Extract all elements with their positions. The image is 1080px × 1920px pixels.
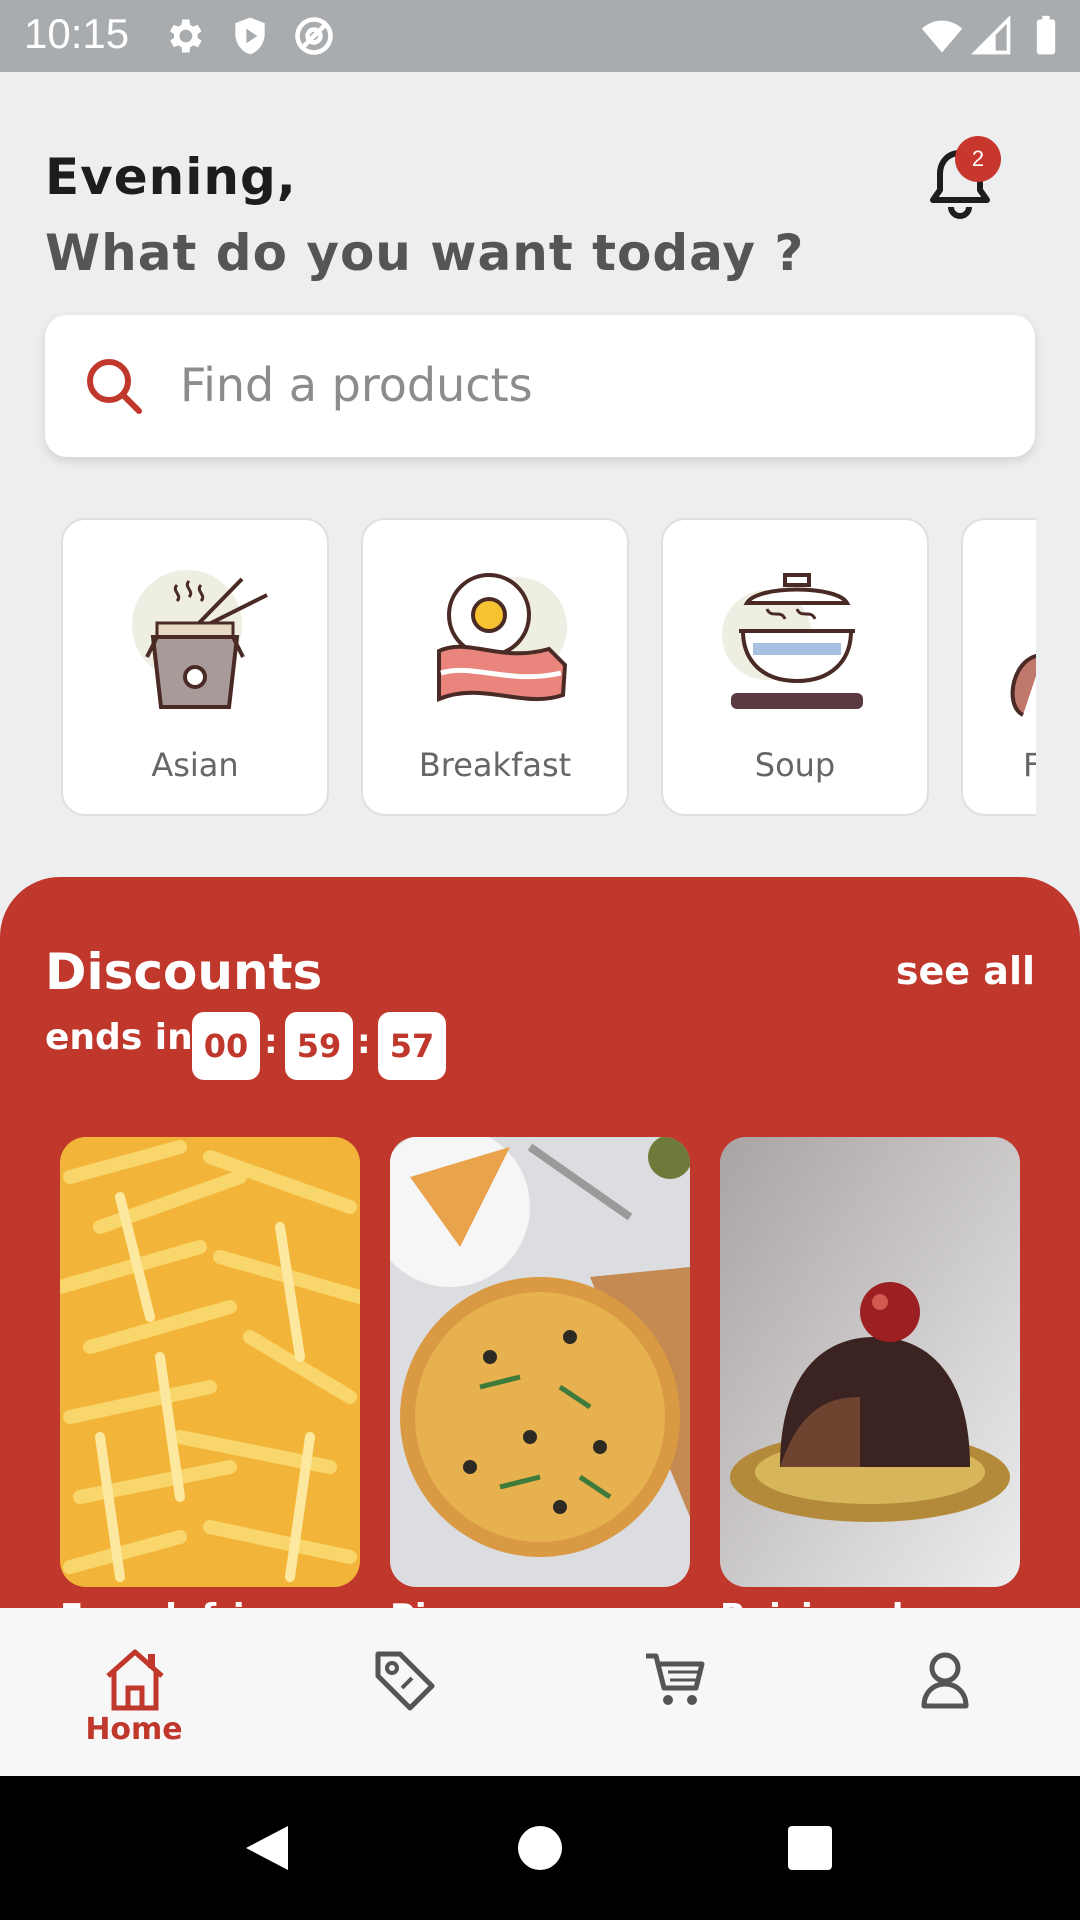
price-tag-icon <box>375 1651 435 1711</box>
category-card-soup[interactable]: Soup <box>661 518 929 816</box>
greeting-question: What do you want today ? <box>45 224 805 282</box>
timer-separator: : <box>264 1022 278 1062</box>
wifi-icon <box>920 14 964 58</box>
category-card-partial[interactable]: F <box>961 518 1036 816</box>
search-icon <box>87 359 142 414</box>
category-label: F <box>1023 746 1036 784</box>
category-label: Breakfast <box>418 746 572 784</box>
timer-seconds: 57 <box>378 1012 446 1080</box>
discounts-section: Discounts see all ends in 00 : 59 : 57 <box>0 877 1080 1667</box>
cake-image <box>720 1137 1020 1587</box>
category-card-breakfast[interactable]: Breakfast <box>361 518 629 816</box>
status-time: 10:15 <box>24 10 130 57</box>
product-card-pizza[interactable] <box>390 1137 690 1587</box>
nav-cart[interactable] <box>594 1608 754 1776</box>
search-bar[interactable] <box>45 315 1035 457</box>
fries-image <box>60 1137 360 1587</box>
category-label: Asian <box>151 746 239 784</box>
nav-offers[interactable] <box>324 1608 484 1776</box>
greeting-text: Evening, <box>45 148 297 206</box>
back-icon[interactable] <box>240 1822 292 1874</box>
product-card-cake[interactable] <box>720 1137 1020 1587</box>
category-card-asian[interactable]: Asian <box>61 518 329 816</box>
recents-icon[interactable] <box>784 1822 836 1874</box>
battery-icon <box>1024 14 1068 58</box>
user-icon <box>921 1652 969 1709</box>
timer-separator: : <box>357 1022 371 1062</box>
timer-minutes: 59 <box>285 1012 353 1080</box>
product-card-fries[interactable] <box>60 1137 360 1587</box>
see-all-link[interactable]: see all <box>896 949 1035 993</box>
nav-home[interactable]: Home <box>54 1608 214 1776</box>
settings-icon <box>162 14 206 58</box>
search-input[interactable] <box>180 345 980 425</box>
noodle-box-icon <box>132 570 268 709</box>
system-navigation-bar <box>0 1776 1080 1920</box>
ends-in-label: ends in <box>45 1017 193 1058</box>
cart-icon <box>646 1653 705 1705</box>
shield-icon <box>228 14 272 58</box>
home-icon <box>106 1649 164 1711</box>
timer-hours: 00 <box>192 1012 260 1080</box>
home-circle-icon[interactable] <box>514 1822 566 1874</box>
nav-profile[interactable] <box>864 1608 1024 1776</box>
pizza-image <box>390 1137 690 1587</box>
notification-badge: 2 <box>955 136 1001 182</box>
bottom-navigation: Home <box>0 1608 1080 1776</box>
soup-bowl-icon <box>722 573 863 709</box>
status-bar: 10:15 <box>0 0 1080 72</box>
signal-icon <box>970 14 1014 58</box>
discounts-title: Discounts <box>45 943 323 1001</box>
category-label: Soup <box>754 746 836 784</box>
food-icon <box>1010 654 1036 717</box>
egg-bacon-icon <box>437 573 568 702</box>
category-list: Asian Breakfast Soup F <box>0 518 1036 816</box>
nav-home-label: Home <box>85 1712 183 1747</box>
at-sign-icon <box>292 14 336 58</box>
